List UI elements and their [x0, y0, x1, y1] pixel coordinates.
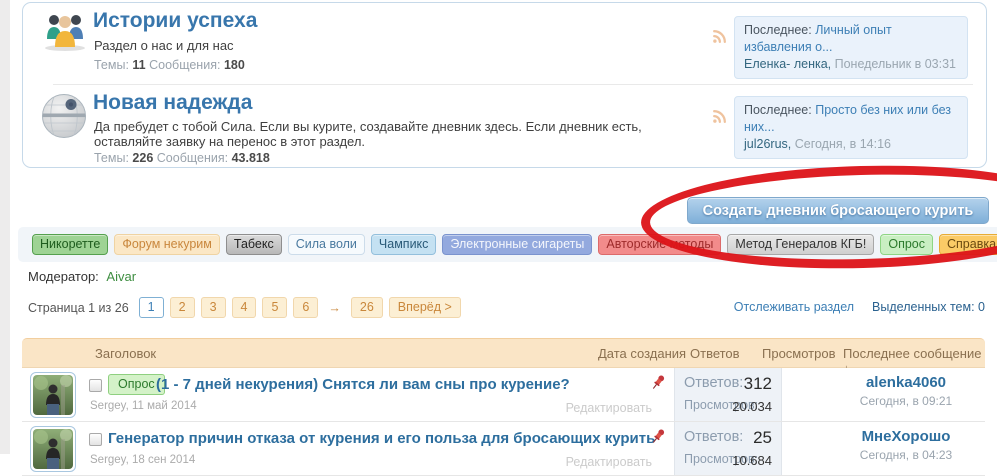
tag-ecigarettes[interactable]: Электронные сигареты — [442, 234, 593, 255]
page-button-5[interactable]: 5 — [262, 297, 288, 318]
posts-count: 180 — [223, 58, 245, 72]
topics-label: Темы: — [94, 58, 129, 72]
section-description: Раздел о нас и для нас — [94, 38, 234, 53]
page-button-last[interactable]: 26 — [350, 297, 383, 318]
tag-help[interactable]: Справка — [939, 234, 997, 255]
topics-count: 11 — [132, 58, 146, 72]
topics-label: Темы: — [94, 151, 129, 165]
table-row: Опрос (1 - 7 дней некурения) Снятся ли в… — [22, 368, 985, 422]
last-post-author-link[interactable]: alenka4060 — [827, 374, 985, 391]
section-divider — [53, 84, 973, 85]
follow-section-link[interactable]: Отслеживать раздел — [734, 300, 854, 314]
table-row: Генератор причин отказа от курения и его… — [22, 422, 985, 476]
topic-title-link[interactable]: Генератор причин отказа от курения и его… — [108, 430, 655, 447]
tag-kgb-method[interactable]: Метод Генералов КГБ! — [727, 234, 875, 255]
moderator-name-link[interactable]: Aivar — [106, 269, 136, 284]
topic-author-date: Sergey, 11 май 2014 — [90, 400, 197, 412]
section-actions: Отслеживать раздел Выделенных тем: 0 — [734, 300, 985, 314]
last-post-time: Понедельник в 03:31 — [834, 57, 956, 71]
topic-author-date: Sergey, 18 сен 2014 — [90, 454, 196, 466]
tag-champix[interactable]: Чампикс — [370, 234, 437, 255]
moderator-line: Модератор: Aivar — [28, 269, 136, 284]
page-button-2[interactable]: 2 — [169, 297, 195, 318]
tag-forum-nekurim[interactable]: Форум некурим — [114, 234, 220, 255]
last-post-author-link[interactable]: МнеХорошо — [827, 428, 985, 445]
topic-table: Заголовок Дата создания Ответов Просмотр… — [22, 338, 985, 476]
page-button-current[interactable]: 1 — [138, 297, 164, 318]
pinned-icon — [650, 374, 668, 395]
avatar[interactable] — [30, 426, 76, 472]
section-title-new-hope[interactable]: Новая надежда — [93, 91, 252, 115]
tag-nicorette[interactable]: Никоретте — [32, 234, 109, 255]
last-post-box: Последнее: Личный опыт избавления о... Е… — [734, 16, 968, 79]
rss-icon[interactable] — [711, 108, 728, 125]
topics-count: 226 — [132, 151, 154, 165]
replies-count: 312 — [743, 374, 772, 393]
page-left-margin — [0, 0, 10, 454]
tag-willpower[interactable]: Сила воли — [287, 234, 365, 255]
death-star-icon — [41, 93, 87, 142]
topic-stats-cell: Ответов: 25 Просмотров: 10.684 — [674, 422, 782, 475]
section-stats: Темы: 226 Сообщения: 43.818 — [94, 151, 270, 165]
page-button-4[interactable]: 4 — [231, 297, 257, 318]
views-count: 10.684 — [732, 453, 772, 468]
tag-author-methods[interactable]: Авторские методы — [598, 234, 722, 255]
tag-tabex[interactable]: Табекс — [225, 234, 282, 255]
create-diary-button[interactable]: Создать дневник бросающего курить — [687, 197, 989, 224]
topic-stats-cell: Ответов: 312 Просмотров: 20.034 — [674, 368, 782, 421]
topic-checkbox[interactable] — [89, 379, 102, 392]
posts-count: 43.818 — [231, 151, 270, 165]
last-post-time: Сегодня, в 04:23 — [859, 448, 953, 462]
page-button-6[interactable]: 6 — [293, 297, 319, 318]
section-description: Да пребудет с тобой Сила. Если вы курите… — [94, 119, 642, 149]
section-stats: Темы: 11 Сообщения: 180 — [94, 58, 245, 72]
header-created[interactable]: Дата создания — [598, 346, 686, 361]
pagination: Страница 1 из 26 1 2 3 4 5 6 → 26 Вперёд… — [28, 297, 461, 318]
topic-checkbox[interactable] — [89, 433, 102, 446]
table-header: Заголовок Дата создания Ответов Просмотр… — [22, 338, 985, 376]
next-page-button[interactable]: Вперёд > — [388, 297, 461, 318]
last-post-label: Последнее: — [744, 103, 812, 117]
selected-topics-count: Выделенных тем: 0 — [872, 300, 985, 314]
page-indicator: Страница 1 из 26 — [28, 300, 129, 315]
replies-label: Ответов: — [684, 375, 744, 391]
posts-label: Сообщения: — [156, 151, 229, 165]
pinned-icon — [650, 428, 668, 449]
last-post-author-link[interactable]: Еленка- ленка — [744, 57, 828, 71]
last-post-cell: МнеХорошо Сегодня, в 04:23 — [782, 422, 985, 475]
views-count: 20.034 — [732, 399, 772, 414]
last-post-cell: alenka4060 Сегодня, в 09:21 — [782, 368, 985, 421]
rss-icon[interactable] — [711, 28, 728, 45]
last-post-time: Сегодня, в 09:21 — [859, 394, 953, 408]
replies-label: Ответов: — [684, 429, 744, 445]
page-button-3[interactable]: 3 — [200, 297, 226, 318]
section-title-success-stories[interactable]: Истории успеха — [93, 9, 257, 33]
edit-link[interactable]: Редактировать — [517, 401, 652, 415]
separator: , — [827, 57, 835, 71]
people-group-icon — [43, 11, 87, 54]
forum-category-panel: Истории успеха Раздел о нас и для нас Те… — [22, 2, 987, 168]
moderator-label: Модератор: — [28, 269, 99, 284]
last-post-time: Сегодня, в 14:16 — [794, 137, 891, 151]
header-replies[interactable]: Ответов — [690, 346, 740, 361]
last-post-author-link[interactable]: jul26rus — [744, 137, 788, 151]
tag-poll[interactable]: Опрос — [880, 234, 934, 255]
tags-bar: Никоретте Форум некурим Табекс Сила воли… — [18, 227, 997, 262]
avatar[interactable] — [30, 372, 76, 418]
last-post-box: Последнее: Просто без них или без них...… — [734, 96, 968, 159]
posts-label: Сообщения: — [149, 58, 221, 72]
separator: , — [787, 137, 795, 151]
last-post-label: Последнее: — [744, 23, 812, 37]
topic-title-link[interactable]: (1 - 7 дней некурения) Снятся ли вам сны… — [156, 376, 570, 393]
header-title: Заголовок — [95, 346, 157, 361]
header-views[interactable]: Просмотров — [762, 346, 836, 361]
pagination-gap-arrow: → — [328, 300, 341, 315]
edit-link[interactable]: Редактировать — [517, 455, 652, 469]
replies-count: 25 — [753, 428, 772, 447]
